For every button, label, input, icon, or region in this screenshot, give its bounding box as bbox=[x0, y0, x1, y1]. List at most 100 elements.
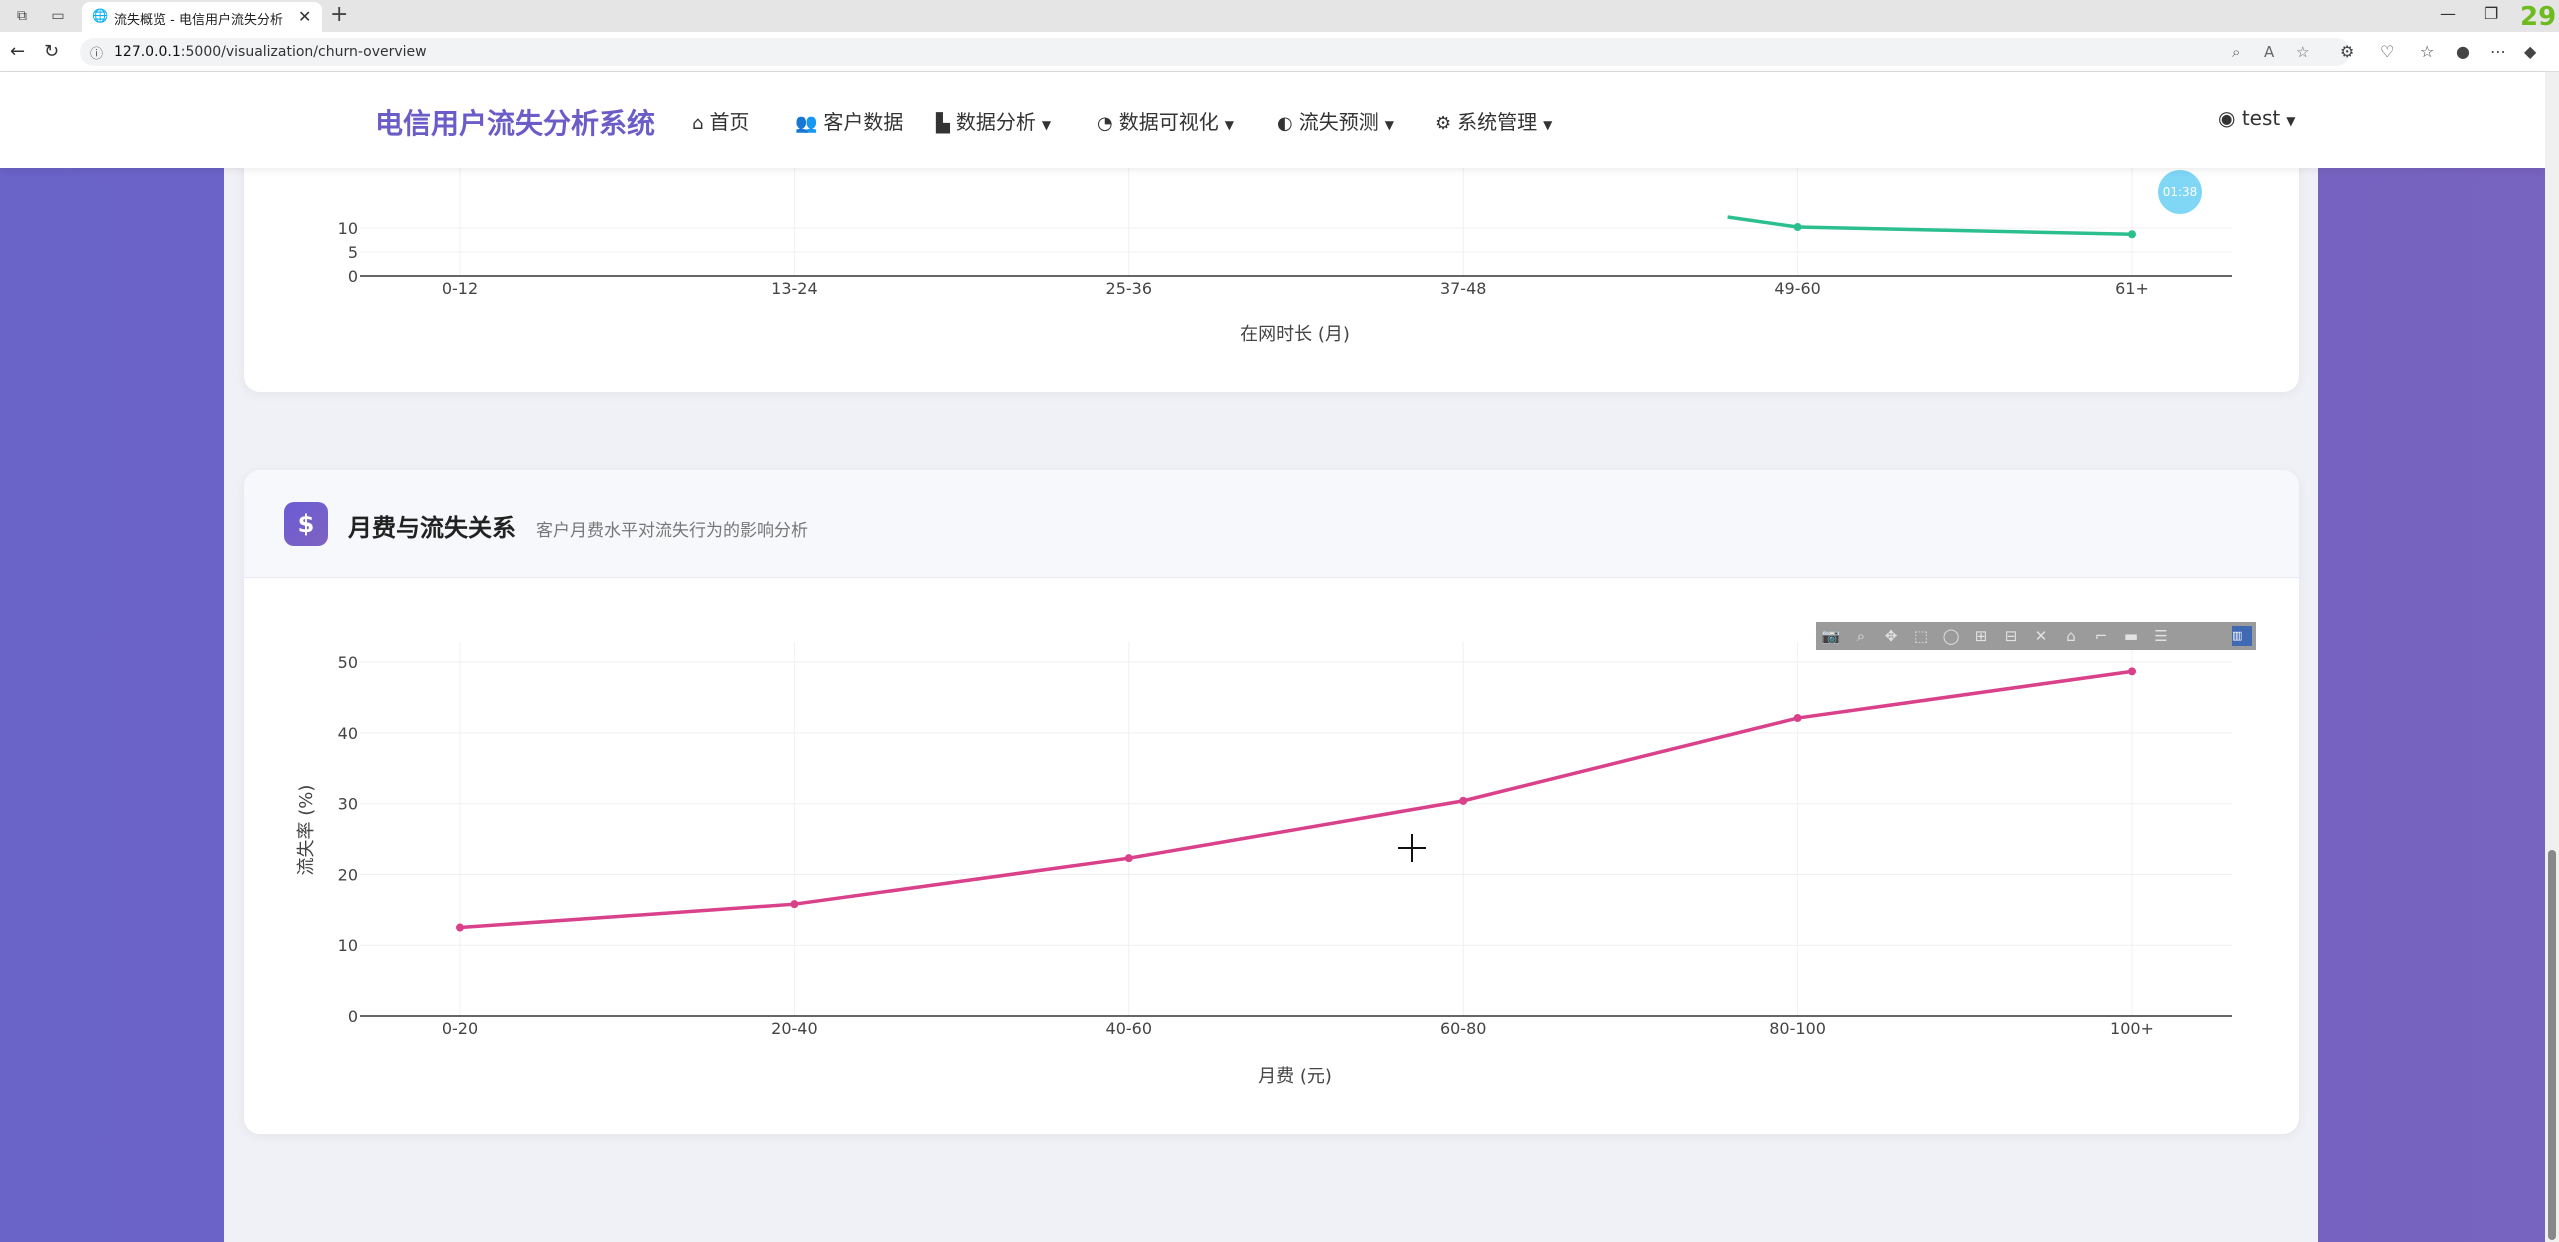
scrollbar-thumb[interactable] bbox=[2548, 850, 2556, 1240]
favorite-star-icon[interactable]: ☆ bbox=[2296, 43, 2309, 61]
nav-customer-data[interactable]: 👥 客户数据 bbox=[795, 106, 903, 135]
pan-icon[interactable]: ✥ bbox=[1876, 622, 1906, 650]
data-point bbox=[1793, 223, 1802, 232]
x-tick-label: 100+ bbox=[2110, 1019, 2154, 1038]
back-icon[interactable]: ← bbox=[10, 41, 25, 62]
data-point bbox=[456, 923, 464, 932]
chevron-down-icon: ▼ bbox=[1224, 118, 1234, 132]
x-tick-label: 37-48 bbox=[1440, 279, 1487, 298]
x-tick-label: 40-60 bbox=[1106, 1019, 1153, 1038]
timer-bubble[interactable]: 01:38 bbox=[2158, 170, 2202, 214]
data-point bbox=[1459, 796, 1468, 805]
read-aloud-icon[interactable]: A bbox=[2264, 43, 2274, 61]
extensions-icon[interactable]: ⚙ bbox=[2340, 42, 2354, 61]
copilot-icon[interactable]: ◆ bbox=[2524, 42, 2536, 61]
new-tab-button[interactable]: + bbox=[330, 2, 348, 27]
data-point bbox=[2128, 667, 2136, 676]
browser-essentials-icon[interactable]: ♡ bbox=[2380, 42, 2394, 61]
autoscale-icon[interactable]: ✕ bbox=[2026, 622, 2056, 650]
lasso-icon[interactable]: ◯ bbox=[1936, 622, 1966, 650]
y-tick-label: 20 bbox=[338, 865, 358, 884]
browser-tab[interactable]: 🌐 流失概览 - 电信用户流失分析系统 ✕ bbox=[82, 2, 322, 32]
x-tick-label: 60-80 bbox=[1440, 1019, 1487, 1038]
nav-system-admin-label: 系统管理 bbox=[1457, 110, 1538, 134]
pie-chart-icon: ◔ bbox=[1097, 113, 1113, 134]
close-tab-icon[interactable]: ✕ bbox=[298, 7, 311, 26]
y-tick-label: 40 bbox=[338, 724, 358, 743]
user-menu[interactable]: ◉ test ▼ bbox=[2218, 106, 2295, 130]
browser-tabbar: ⧉ ▭ 🌐 流失概览 - 电信用户流失分析系统 ✕ + — ❐ 29 bbox=[0, 0, 2559, 32]
workspaces-icon[interactable]: ⧉ bbox=[12, 6, 32, 26]
series-line bbox=[459, 669, 2133, 930]
user-circle-icon: ◉ bbox=[2218, 106, 2236, 130]
chevron-down-icon: ▼ bbox=[1384, 118, 1394, 132]
x-tick-label: 20-40 bbox=[771, 1019, 818, 1038]
globe-icon: 🌐 bbox=[92, 9, 109, 24]
camera-icon[interactable]: 📷 bbox=[1816, 622, 1846, 650]
data-point bbox=[2128, 230, 2136, 239]
crosshair-cursor bbox=[1398, 834, 1426, 862]
profile-icon[interactable]: ● bbox=[2456, 42, 2470, 61]
url-path: :5000/visualization/churn-overview bbox=[180, 44, 427, 60]
series-line bbox=[1727, 215, 2133, 236]
y-axis-title: 流失率 (%) bbox=[296, 785, 317, 876]
favorites-icon[interactable]: ☆ bbox=[2420, 42, 2434, 61]
y-tick-label: 5 bbox=[348, 243, 358, 262]
chart-modebar: 📷 ⌕ ✥ ⬚ ◯ ⊞ ⊟ ✕ ⌂ ⌐ ▬ ☰ ▥ bbox=[1816, 622, 2256, 650]
tab-actions-icon[interactable]: ▭ bbox=[48, 6, 68, 26]
x-tick-label: 25-36 bbox=[1106, 279, 1153, 298]
nav-churn-prediction-label: 流失预测 bbox=[1298, 110, 1379, 134]
nav-system-admin[interactable]: ⚙ 系统管理 ▼ bbox=[1435, 106, 1552, 135]
zoom-out-icon[interactable]: ⊟ bbox=[1996, 622, 2026, 650]
brand-title[interactable]: 电信用户流失分析系统 bbox=[375, 102, 655, 142]
nav-data-analysis-label: 数据分析 bbox=[955, 110, 1036, 134]
restore-button[interactable]: ❐ bbox=[2484, 4, 2498, 23]
top-navbar: 电信用户流失分析系统 ⌂ 首页 👥 客户数据 ▙ 数据分析 ▼ ◔ 数据可视化 ▼ ◐ 流失预… bbox=[0, 72, 2545, 168]
y-tick-label: 0 bbox=[348, 1007, 358, 1026]
home-icon: ⌂ bbox=[692, 113, 704, 134]
x-axis-title: 月费 (元) bbox=[1258, 1066, 1332, 1087]
x-tick-label: 13-24 bbox=[771, 279, 818, 298]
nav-home[interactable]: ⌂ 首页 bbox=[692, 106, 749, 135]
hover-compare-icon[interactable]: ☰ bbox=[2146, 622, 2176, 650]
site-info-icon[interactable]: ⓘ bbox=[90, 43, 103, 62]
nav-data-analysis[interactable]: ▙ 数据分析 ▼ bbox=[936, 106, 1051, 135]
tab-title: 流失概览 - 电信用户流失分析系统 bbox=[114, 13, 284, 28]
reload-icon[interactable]: ↻ bbox=[44, 41, 59, 62]
zoom-icon[interactable]: ⌕ bbox=[2232, 43, 2240, 61]
plotly-logo-icon[interactable]: ▥ bbox=[2232, 626, 2252, 646]
chevron-down-icon: ▼ bbox=[1041, 118, 1052, 132]
chevron-down-icon: ▼ bbox=[1543, 118, 1553, 132]
notification-badge: 29 bbox=[2520, 2, 2557, 32]
x-tick-label: 0-12 bbox=[442, 279, 478, 298]
zoom-icon[interactable]: ⌕ bbox=[1846, 622, 1876, 650]
more-options-icon[interactable]: ⋯ bbox=[2490, 42, 2506, 61]
nav-visualization[interactable]: ◔ 数据可视化 ▼ bbox=[1097, 106, 1234, 135]
url-field[interactable]: ⓘ 127.0.0.1:5000/visualization/churn-ove… bbox=[80, 38, 2350, 66]
x-tick-label: 0-20 bbox=[442, 1019, 478, 1038]
box-select-icon[interactable]: ⬚ bbox=[1906, 622, 1936, 650]
hover-closest-icon[interactable]: ▬ bbox=[2116, 622, 2146, 650]
bar-chart-icon: ▙ bbox=[936, 113, 950, 134]
nav-home-label: 首页 bbox=[709, 110, 750, 134]
x-axis-title: 在网时长 (月) bbox=[1240, 324, 1350, 345]
minimize-button[interactable]: — bbox=[2440, 4, 2456, 23]
nav-churn-prediction[interactable]: ◐ 流失预测 ▼ bbox=[1277, 106, 1394, 135]
spike-lines-icon[interactable]: ⌐ bbox=[2086, 622, 2116, 650]
address-bar: ← ↻ ⓘ 127.0.0.1:5000/visualization/churn… bbox=[0, 32, 2559, 72]
x-tick-label: 61+ bbox=[2115, 279, 2149, 298]
reset-axes-icon[interactable]: ⌂ bbox=[2056, 622, 2086, 650]
users-icon: 👥 bbox=[795, 113, 818, 134]
y-tick-label: 0 bbox=[348, 267, 358, 286]
zoom-in-icon[interactable]: ⊞ bbox=[1966, 622, 1996, 650]
chevron-down-icon: ▼ bbox=[2286, 114, 2296, 128]
nav-visualization-label: 数据可视化 bbox=[1118, 110, 1219, 134]
monthly-fee-churn-chart[interactable]: 0 10 20 30 40 50 0-20 20-40 40-60 60-80 80-100 100+… bbox=[244, 470, 2299, 1134]
y-tick-label: 10 bbox=[338, 219, 358, 238]
nav-customer-data-label: 客户数据 bbox=[823, 110, 904, 134]
gear-icon: ⚙ bbox=[1435, 113, 1452, 134]
data-point bbox=[1793, 714, 1802, 723]
y-tick-label: 10 bbox=[338, 936, 358, 955]
data-point bbox=[1124, 854, 1133, 863]
monthly-fee-churn-card: $ 月费与流失关系 客户月费水平对流失行为的影响分析 0 10 20 30 40 50 0-… bbox=[244, 470, 2299, 1134]
